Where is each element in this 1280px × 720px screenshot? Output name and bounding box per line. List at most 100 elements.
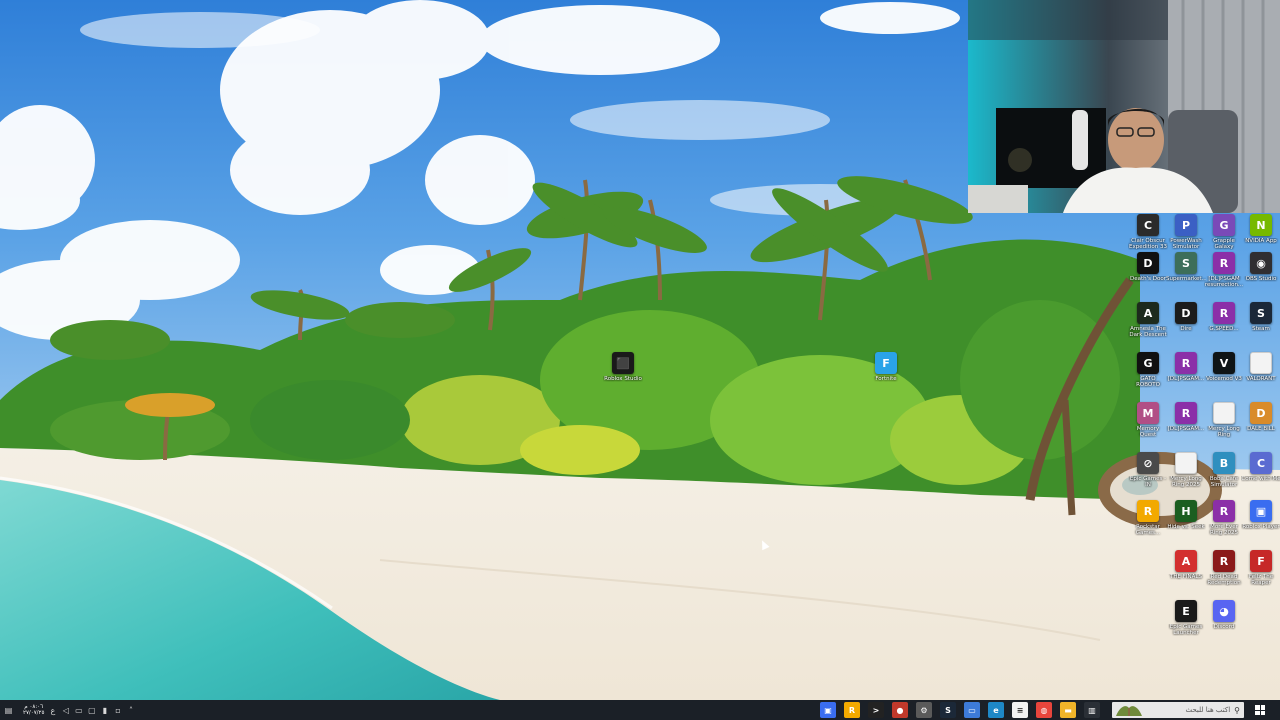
desktop-shortcut[interactable]: G GATO ROBOTO [1128, 352, 1168, 388]
desktop-shortcut[interactable]: R [DL]PSGAM... [1166, 402, 1206, 432]
desktop-shortcut[interactable]: ◕ Discord [1204, 600, 1244, 630]
desktop-shortcut[interactable]: R Red Dead Redemption [1204, 550, 1244, 586]
desktop-shortcut-label: NVIDIA App [1245, 238, 1277, 244]
recorder-taskbar-icon[interactable]: ● [892, 702, 908, 718]
edge-taskbar-icon[interactable]: e [988, 702, 1004, 718]
deaths-door-icon: D [1137, 252, 1159, 274]
desktop-shortcut[interactable]: S Supermarket... [1166, 252, 1206, 282]
desktop-shortcut-label: Death's Door [1130, 276, 1166, 282]
mic-icon[interactable]: ▮ [100, 706, 109, 715]
terminal-taskbar-icon[interactable]: > [868, 702, 884, 718]
desktop-shortcut-label: Epic Games Launcher [1169, 624, 1203, 636]
desktop-shortcut-label: Amnesia The Dark Descent [1129, 326, 1167, 338]
display-icon[interactable]: ▢ [87, 706, 96, 715]
search-box[interactable]: اكتب هنا للبحث ⚲ [1112, 702, 1244, 718]
start-button[interactable] [1252, 702, 1268, 718]
fortnite-icon: F [875, 352, 897, 374]
desktop-shortcut[interactable]: D DALE BILL [1241, 402, 1280, 432]
desktop-shortcut-label: VALORANT [1246, 376, 1276, 382]
notepad-taskbar-icon[interactable]: ≡ [1012, 702, 1028, 718]
desktop-shortcut[interactable]: ⊘ Epic Games - IN [1128, 452, 1168, 488]
desktop-shortcut-label: Supermarket... [1166, 276, 1206, 282]
desktop-shortcut[interactable]: P PowerWash Simulator [1166, 214, 1206, 250]
desktop-shortcut[interactable]: VALORANT [1241, 352, 1280, 382]
desktop-shortcut-label: Fellz The Reaper [1248, 574, 1274, 586]
settings-taskbar-icon[interactable]: ⚙ [916, 702, 932, 718]
webcam-overlay [968, 0, 1280, 213]
desktop-shortcut[interactable]: S Steam [1241, 302, 1280, 332]
desktop-shortcut[interactable]: G Grapple Galaxy [1204, 214, 1244, 250]
dale-bill-icon: D [1250, 402, 1272, 424]
desktop-shortcut[interactable]: F Fellz The Reaper [1241, 550, 1280, 586]
system-tray: ▤ ٠٨:٠٦ م ٢٧/٠٧/٢٥ ع ◁ ▭ ▢ ▮ ▫ ˄ [4, 700, 135, 720]
desktop-shortcut-label: Red Dead Redemption [1207, 574, 1241, 586]
desktop-shortcut-label: Mercy Long Ring 2025 [1170, 476, 1202, 488]
file-icon [1213, 402, 1235, 424]
keyboard-icon[interactable]: ع [48, 706, 57, 715]
memory-quest-icon: M [1137, 402, 1159, 424]
desktop-shortcut-label: Rockstar Games... [1135, 524, 1161, 536]
desktop-shortcut[interactable]: C Come with Me [1241, 452, 1280, 482]
desktop-shortcut[interactable]: ◉ OBS Studio [1241, 252, 1280, 282]
desktop-shortcut[interactable]: A THE FINALS [1166, 550, 1206, 580]
obs-icon: ◉ [1250, 252, 1272, 274]
winrar-icon: R [1175, 352, 1197, 374]
remote-taskbar-icon[interactable]: ▭ [964, 702, 980, 718]
chevron-up-icon[interactable]: ˄ [126, 706, 135, 715]
desktop-shortcut-label: DALE BILL [1247, 426, 1275, 432]
clair-obscur-icon: C [1137, 214, 1159, 236]
desktop-shortcut-label: Fortnite [875, 376, 897, 382]
desktop-shortcut[interactable]: D Death's Door [1128, 252, 1168, 282]
desktop-shortcut-label: [DL]PSGAM resurrection... [1204, 276, 1244, 288]
desktop-shortcut-label: More Ever Ring 2025 [1209, 524, 1239, 536]
task-view-taskbar-icon[interactable]: ▥ [1084, 702, 1100, 718]
desktop-shortcut[interactable]: R Rockstar Games... [1128, 500, 1168, 536]
desktop-shortcut-label: Boba Cafe Simulator [1209, 476, 1239, 488]
desktop-shortcut[interactable]: D Dire [1166, 302, 1206, 332]
desktop-shortcut[interactable]: A Amnesia The Dark Descent [1128, 302, 1168, 338]
winrar-icon: R [1213, 252, 1235, 274]
desktop-shortcut[interactable]: Mercy Long Ring 2025 [1166, 452, 1206, 488]
file-explorer-taskbar-icon[interactable]: ▬ [1060, 702, 1076, 718]
steam-taskbar-icon[interactable]: S [940, 702, 956, 718]
discord-icon: ◕ [1213, 600, 1235, 622]
desktop-shortcut[interactable]: F Fortnite [866, 352, 906, 382]
desktop-shortcut[interactable]: E Epic Games Launcher [1166, 600, 1206, 636]
desktop-shortcut[interactable]: H Hide vs. Seek [1166, 500, 1206, 530]
hide-vs-seek-icon: H [1175, 500, 1197, 522]
volume-icon[interactable]: ◁ [61, 706, 70, 715]
desktop-shortcut[interactable]: R [DL]PSGAM... [1166, 352, 1206, 382]
search-highlight-icon [1116, 706, 1142, 716]
desktop-shortcut-label: [DL]PSGAM... [1167, 376, 1205, 382]
desktop-shortcut[interactable]: R G.SPEED... [1204, 302, 1244, 332]
desktop-shortcut[interactable]: M Memory Quest [1128, 402, 1168, 438]
desktop-shortcut[interactable]: ▣ Roblox Player [1241, 500, 1280, 530]
desktop-shortcut[interactable]: Mercy Long Ring [1204, 402, 1244, 438]
notifications-icon[interactable]: ▤ [4, 706, 13, 715]
desktop-shortcut-label: Epic Games - IN [1129, 476, 1167, 488]
come-with-me-icon: C [1250, 452, 1272, 474]
desktop-shortcut[interactable]: V Voicemod V3 [1204, 352, 1244, 382]
desktop-shortcut[interactable]: ⬛ Roblox Studio [603, 352, 643, 382]
desktop-shortcut[interactable]: N NVIDIA App [1241, 214, 1280, 244]
winrar-icon: R [1213, 302, 1235, 324]
roblox-taskbar-icon[interactable]: ▣ [820, 702, 836, 718]
desktop-shortcut[interactable]: R [DL]PSGAM resurrection... [1204, 252, 1244, 288]
network-icon[interactable]: ▭ [74, 706, 83, 715]
epic-shortcut-icon: ⊘ [1137, 452, 1159, 474]
boba-cafe-icon: B [1213, 452, 1235, 474]
winrar-icon: R [1175, 402, 1197, 424]
battery-icon[interactable]: ▫ [113, 706, 122, 715]
desktop-shortcut[interactable]: R More Ever Ring 2025 [1204, 500, 1244, 536]
roblox-studio-icon: ⬛ [612, 352, 634, 374]
desktop-shortcut[interactable]: C Clair Obscur Expedition 33 [1128, 214, 1168, 250]
desktop-shortcut[interactable]: B Boba Cafe Simulator [1204, 452, 1244, 488]
desktop-shortcut-label: Mercy Long Ring [1208, 426, 1240, 438]
roblox-player-icon: ▣ [1250, 500, 1272, 522]
desktop-shortcut-label: Discord [1213, 624, 1235, 630]
search-placeholder: اكتب هنا للبحث [1185, 706, 1231, 714]
chrome-taskbar-icon[interactable]: ◍ [1036, 702, 1052, 718]
desktop-shortcut-label: Dire [1180, 326, 1192, 332]
clock[interactable]: ٠٨:٠٦ م ٢٧/٠٧/٢٥ [23, 704, 44, 716]
rockstar-taskbar-icon[interactable]: R [844, 702, 860, 718]
